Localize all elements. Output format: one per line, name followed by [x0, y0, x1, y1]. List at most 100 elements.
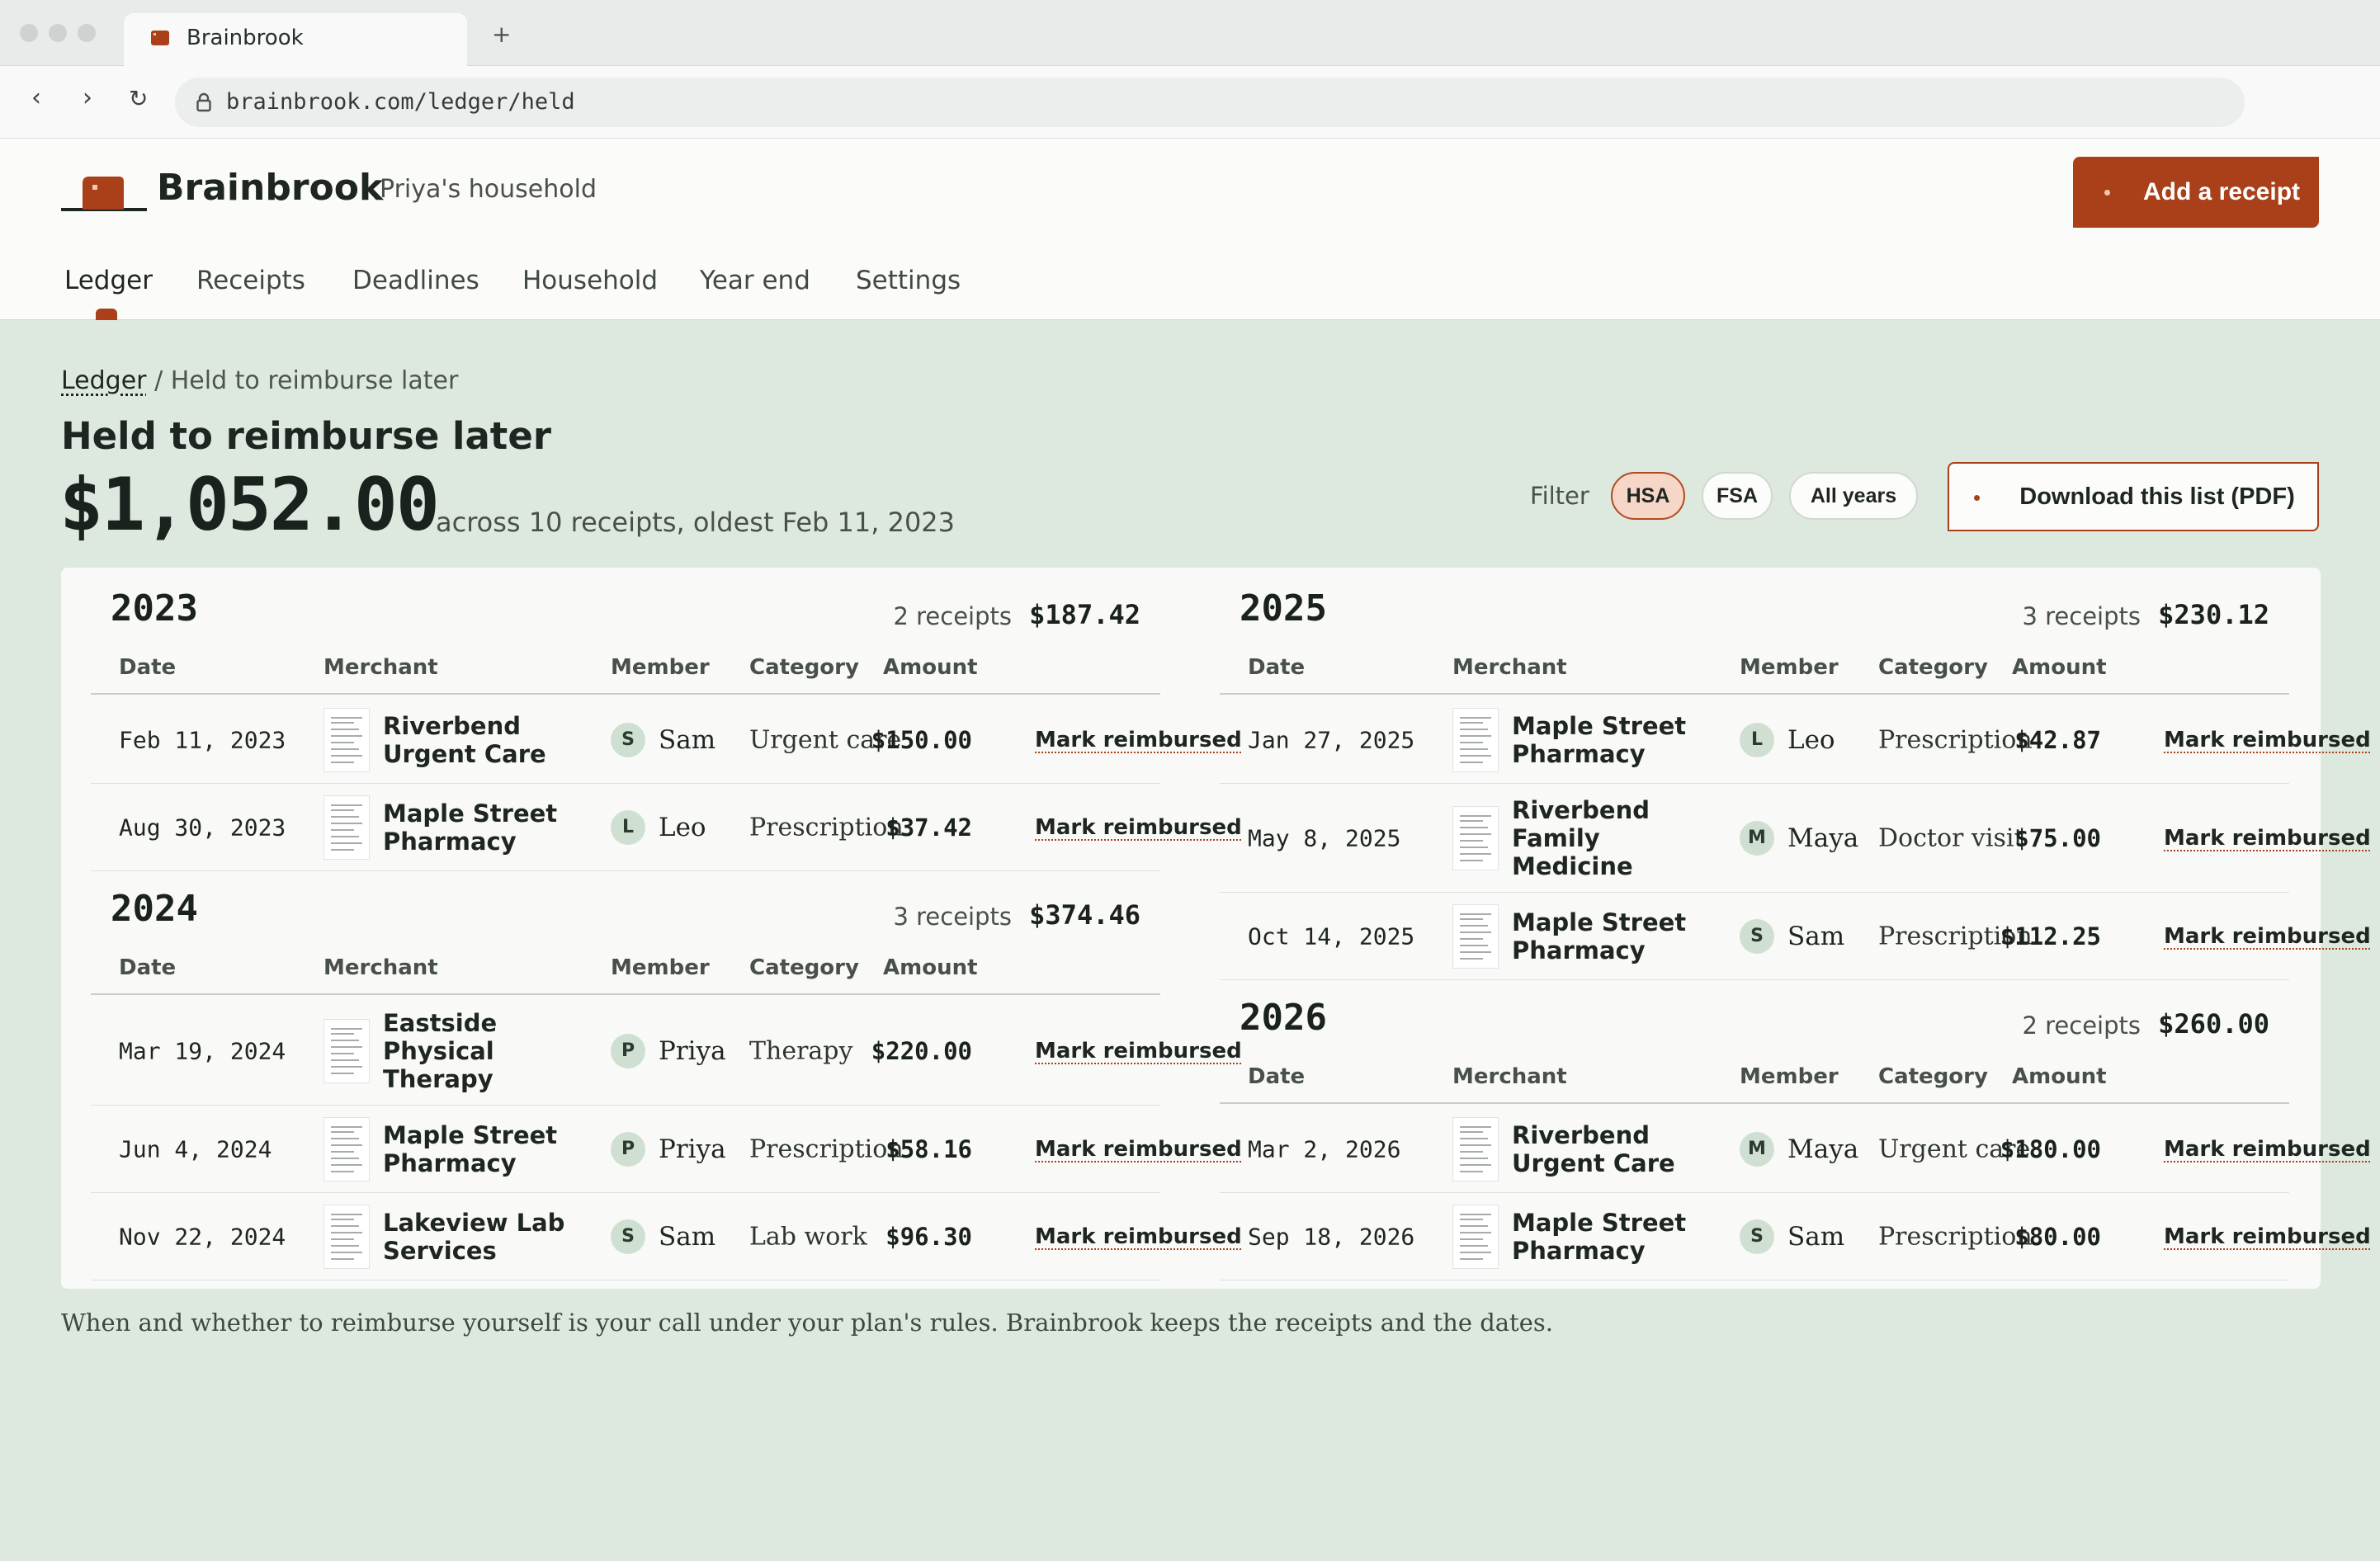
year-total: $230.12: [2158, 599, 2269, 630]
mark-reimbursed-link[interactable]: Mark reimbursed: [2164, 1137, 2371, 1162]
year-receipt-count: 2 receipts: [2022, 1012, 2141, 1040]
nav-tab-settings[interactable]: Settings: [856, 266, 961, 295]
nav-tab-household[interactable]: Household: [522, 266, 658, 295]
receipt-row: Mar 19, 2024 Eastside Physical Therapy P Priy…: [91, 997, 1242, 1106]
column-header-amount: Amount: [2012, 1064, 2107, 1089]
mark-reimbursed-link[interactable]: Mark reimbursed: [1035, 1137, 1242, 1162]
merchant-name-line: Riverbend: [383, 711, 521, 740]
member-avatar: S: [611, 1219, 645, 1254]
receipt-thumbnail-icon[interactable]: [1452, 1204, 1499, 1269]
merchant-name-line: Riverbend: [1512, 795, 1650, 824]
member-name: Sam: [659, 724, 716, 755]
merchant-name-line: Maple Street: [383, 1120, 558, 1149]
member-avatar: M: [1740, 1131, 1774, 1167]
receipt-merchant: Maple Street Pharmacy: [1512, 712, 1686, 768]
receipt-row: Jun 4, 2024 Maple Street Pharmacy P Priya Pre…: [91, 1106, 1242, 1193]
receipt-thumbnail-icon[interactable]: [323, 1018, 370, 1083]
member-name: Leo: [1787, 724, 1835, 755]
receipt-thumbnail-icon[interactable]: [323, 795, 370, 860]
merchant-name-line: Lakeview Lab: [383, 1208, 565, 1237]
mark-reimbursed-link[interactable]: Mark reimbursed: [2164, 728, 2371, 752]
url-text: brainbrook.com/ledger/held: [226, 89, 575, 115]
back-icon[interactable]: ‹: [31, 86, 41, 111]
nav-tab-deadlines[interactable]: Deadlines: [352, 266, 479, 295]
column-header-date: Date: [119, 655, 177, 680]
filter-chip-hsa[interactable]: HSA: [1611, 472, 1685, 520]
receipt-thumbnail-icon[interactable]: [1452, 903, 1499, 969]
member-name: Priya: [659, 1134, 726, 1164]
receipt-date: Jan 27, 2025: [1248, 726, 1415, 753]
brainbrook-logo-icon: [61, 177, 147, 211]
mark-reimbursed-link[interactable]: Mark reimbursed: [1035, 1224, 1242, 1249]
receipt-thumbnail-icon[interactable]: [323, 707, 370, 772]
receipt-row: Sep 18, 2026 Maple Street Pharmacy S Sam Pres…: [1220, 1193, 2371, 1280]
new-tab-button[interactable]: +: [492, 23, 511, 46]
receipt-merchant: Riverbend Family Medicine: [1512, 796, 1650, 880]
merchant-name-line: Eastside: [383, 1008, 498, 1037]
held-total-summary: across 10 receipts, oldest Feb 11, 2023: [436, 507, 956, 538]
window-zoom-control[interactable]: [78, 24, 96, 42]
breadcrumb-ledger-link[interactable]: Ledger: [61, 366, 147, 395]
browser-tab[interactable]: Brainbrook: [124, 13, 467, 66]
member-avatar: S: [1740, 1219, 1774, 1254]
column-header-category: Category: [749, 655, 859, 680]
receipt-merchant: Riverbend Urgent Care: [383, 712, 546, 768]
column-header-category: Category: [749, 955, 859, 980]
merchant-name-line: Services: [383, 1236, 497, 1265]
mark-reimbursed-link[interactable]: Mark reimbursed: [2164, 1224, 2371, 1249]
add-receipt-label: Add a receipt: [2142, 178, 2301, 205]
breadcrumb: Ledger / Held to reimburse later: [61, 366, 458, 395]
receipt-date: Mar 19, 2024: [119, 1037, 286, 1064]
address-bar[interactable]: brainbrook.com/ledger/held: [175, 78, 2245, 127]
member-avatar: S: [611, 722, 645, 757]
column-header-amount: Amount: [883, 655, 978, 680]
nav-tab-receipts[interactable]: Receipts: [196, 266, 305, 295]
receipt-thumbnail-icon[interactable]: [323, 1116, 370, 1181]
member-avatar: L: [611, 809, 645, 845]
merchant-name-line: Pharmacy: [1512, 739, 1646, 768]
merchant-name-line: Maple Street: [1512, 908, 1687, 936]
receipt-amount: $80.00: [2014, 1222, 2101, 1251]
mark-reimbursed-link[interactable]: Mark reimbursed: [2164, 826, 2371, 851]
merchant-name-line: Medicine: [1512, 851, 1633, 880]
nav-tab-ledger[interactable]: Ledger: [64, 266, 153, 295]
column-header-category: Category: [1878, 1064, 1988, 1089]
filter-chip-all-years[interactable]: All years: [1789, 472, 1918, 520]
mark-reimbursed-link[interactable]: Mark reimbursed: [1035, 728, 1242, 752]
receipt-thumbnail-icon[interactable]: [323, 1204, 370, 1269]
mark-reimbursed-link[interactable]: Mark reimbursed: [2164, 924, 2371, 949]
receipt-thumbnail-icon[interactable]: [1452, 707, 1499, 772]
app-header: Brainbrook Priya's household Add a recei…: [0, 139, 2380, 320]
member-avatar: P: [611, 1131, 645, 1167]
member-avatar: L: [1740, 722, 1774, 757]
receipt-date: Jun 4, 2024: [119, 1135, 272, 1162]
merchant-name-line: Pharmacy: [1512, 1236, 1646, 1265]
receipt-thumbnail-icon[interactable]: [1452, 1116, 1499, 1181]
column-header-member: Member: [611, 955, 710, 980]
receipt-category: Prescription: [749, 1134, 904, 1163]
window-minimize-control[interactable]: [49, 24, 67, 42]
reload-icon[interactable]: ↻: [129, 87, 148, 111]
mark-reimbursed-link[interactable]: Mark reimbursed: [1035, 1039, 1242, 1063]
receipt-thumbnail-icon[interactable]: [1452, 805, 1499, 870]
member-avatar: S: [1740, 918, 1774, 954]
forward-icon[interactable]: ›: [83, 86, 92, 111]
receipt-row: Feb 11, 2023 Riverbend Urgent Care S Sam Urge…: [91, 696, 1242, 784]
receipt-row: Jan 27, 2025 Maple Street Pharmacy L Leo Pres…: [1220, 696, 2371, 784]
receipt-merchant: Lakeview Lab Services: [383, 1209, 564, 1265]
member-avatar: M: [1740, 820, 1774, 856]
browser-tab-strip: Brainbrook +: [0, 0, 2380, 66]
mark-reimbursed-link[interactable]: Mark reimbursed: [1035, 815, 1242, 840]
footnote: When and whether to reimburse yourself i…: [61, 1309, 1553, 1337]
column-header-merchant: Merchant: [323, 955, 438, 980]
download-pdf-button[interactable]: Download this list (PDF): [1948, 462, 2319, 531]
nav-tab-year-end[interactable]: Year end: [700, 266, 810, 295]
column-header-date: Date: [1248, 1064, 1306, 1089]
add-receipt-button[interactable]: Add a receipt: [2073, 157, 2319, 228]
active-tab-indicator: [96, 309, 117, 320]
filter-label: Filter: [1530, 482, 1589, 510]
window-close-control[interactable]: [20, 24, 38, 42]
year-total: $374.46: [1029, 899, 1140, 931]
held-receipts-card: 2023 2 receipts $187.42 Date Merchant Member C…: [61, 568, 2371, 1289]
filter-chip-fsa[interactable]: FSA: [1702, 472, 1773, 520]
